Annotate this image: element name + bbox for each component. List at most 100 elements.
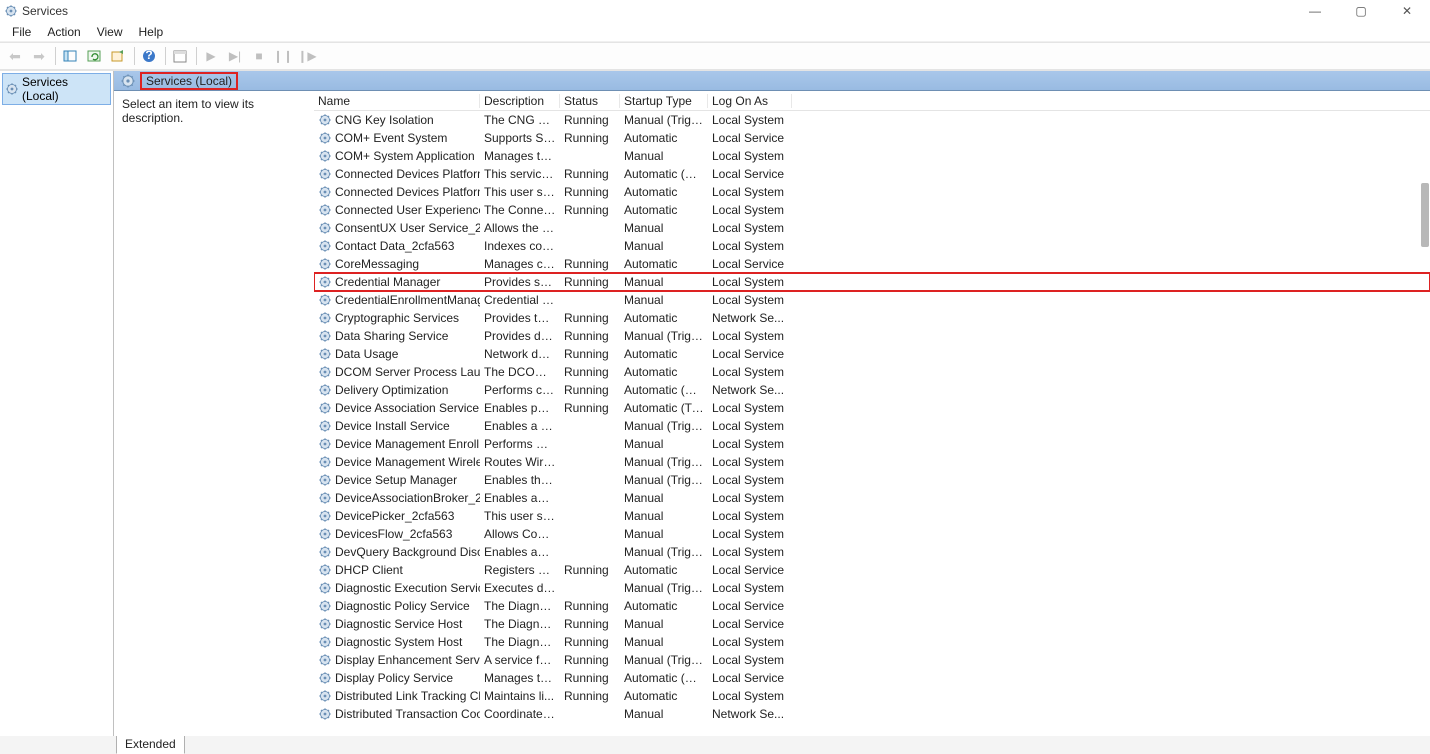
- service-desc: The DCOML...: [480, 365, 560, 379]
- svg-text:?: ?: [145, 49, 152, 62]
- arrow-left-icon: ⬅: [9, 48, 21, 65]
- service-row[interactable]: Device Management Wireles...Routes Wirel…: [314, 453, 1430, 471]
- column-name[interactable]: Name: [314, 94, 480, 108]
- gear-icon: [318, 257, 332, 271]
- calendar-button[interactable]: [169, 45, 191, 67]
- close-button[interactable]: ✕: [1384, 0, 1430, 22]
- menu-file[interactable]: File: [4, 23, 39, 41]
- service-row[interactable]: Distributed Transaction Coor...Coordinat…: [314, 705, 1430, 723]
- column-status[interactable]: Status: [560, 94, 620, 108]
- menu-help[interactable]: Help: [131, 23, 172, 41]
- service-row[interactable]: ConsentUX User Service_2cf...Allows the …: [314, 219, 1430, 237]
- service-name: Device Management Wireles...: [335, 455, 480, 469]
- service-startup: Automatic: [620, 185, 708, 199]
- service-logon: Local System: [708, 509, 792, 523]
- service-row[interactable]: Cryptographic ServicesProvides thr...Run…: [314, 309, 1430, 327]
- tree-item-services-local[interactable]: Services (Local): [2, 73, 111, 105]
- service-row[interactable]: Display Policy ServiceManages th...Runni…: [314, 669, 1430, 687]
- service-desc: Indexes cont...: [480, 239, 560, 253]
- tab-extended[interactable]: Extended: [116, 736, 185, 754]
- menu-action[interactable]: Action: [39, 23, 88, 41]
- service-row[interactable]: Diagnostic Execution ServiceExecutes dia…: [314, 579, 1430, 597]
- service-name: Distributed Transaction Coor...: [335, 707, 480, 721]
- service-row[interactable]: Diagnostic System HostThe Diagnos...Runn…: [314, 633, 1430, 651]
- gear-icon: [318, 617, 332, 631]
- service-status: Running: [560, 203, 620, 217]
- column-startup-type[interactable]: Startup Type: [620, 94, 708, 108]
- service-row[interactable]: Device Association ServiceEnables pairi.…: [314, 399, 1430, 417]
- service-startup: Manual: [620, 707, 708, 721]
- service-row[interactable]: DevQuery Background Disc...Enables app..…: [314, 543, 1430, 561]
- service-row[interactable]: Device Install ServiceEnables a co...Man…: [314, 417, 1430, 435]
- export-list-button[interactable]: [107, 45, 129, 67]
- maximize-button[interactable]: ▢: [1338, 0, 1384, 22]
- service-row[interactable]: Device Management Enroll...Performs De..…: [314, 435, 1430, 453]
- service-row[interactable]: CredentialEnrollmentManag...Credential E…: [314, 291, 1430, 309]
- service-row[interactable]: Diagnostic Policy ServiceThe Diagnos...R…: [314, 597, 1430, 615]
- service-row[interactable]: DHCP ClientRegisters an...RunningAutomat…: [314, 561, 1430, 579]
- pause-service-button[interactable]: ❙❙: [272, 45, 294, 67]
- menu-view[interactable]: View: [89, 23, 131, 41]
- vertical-scrollbar[interactable]: [1416, 91, 1430, 738]
- service-startup: Manual: [620, 617, 708, 631]
- column-logon-as[interactable]: Log On As: [708, 94, 792, 108]
- service-row[interactable]: Distributed Link Tracking Cli...Maintain…: [314, 687, 1430, 705]
- service-name: Diagnostic Execution Service: [335, 581, 480, 595]
- service-row[interactable]: Connected User Experiences ...The Connec…: [314, 201, 1430, 219]
- service-row[interactable]: DCOM Server Process Launc...The DCOML...…: [314, 363, 1430, 381]
- service-logon: Local Service: [708, 257, 792, 271]
- service-desc: This service i...: [480, 167, 560, 181]
- show-hide-tree-button[interactable]: [59, 45, 81, 67]
- gear-icon: [318, 707, 332, 721]
- service-row[interactable]: Contact Data_2cfa563Indexes cont...Manua…: [314, 237, 1430, 255]
- service-name: Delivery Optimization: [335, 383, 448, 397]
- service-row[interactable]: Diagnostic Service HostThe Diagnos...Run…: [314, 615, 1430, 633]
- gear-icon: [318, 149, 332, 163]
- service-logon: Local System: [708, 635, 792, 649]
- service-name: Diagnostic System Host: [335, 635, 462, 649]
- service-row[interactable]: Connected Devices Platform ...This servi…: [314, 165, 1430, 183]
- panel-header: Services (Local): [114, 71, 1430, 91]
- service-row[interactable]: Device Setup ManagerEnables the ...Manua…: [314, 471, 1430, 489]
- service-desc: Enables app...: [480, 491, 560, 505]
- service-startup: Manual: [620, 509, 708, 523]
- service-startup: Automatic (De...: [620, 383, 708, 397]
- restart-service-button[interactable]: ❙▶: [296, 45, 318, 67]
- service-name: DHCP Client: [335, 563, 403, 577]
- service-row[interactable]: DevicesFlow_2cfa563Allows Conn...ManualL…: [314, 525, 1430, 543]
- service-startup: Manual: [620, 149, 708, 163]
- back-button[interactable]: ⬅: [4, 45, 26, 67]
- minimize-button[interactable]: —: [1292, 0, 1338, 22]
- stop-service-button[interactable]: ■: [248, 45, 270, 67]
- stop-after-button[interactable]: ▶|: [224, 45, 246, 67]
- refresh-console-button[interactable]: [83, 45, 105, 67]
- start-service-button[interactable]: ▶: [200, 45, 222, 67]
- gear-icon: [318, 419, 332, 433]
- gear-icon: [318, 599, 332, 613]
- service-row[interactable]: DeviceAssociationBroker_2cf...Enables ap…: [314, 489, 1430, 507]
- service-row[interactable]: CoreMessagingManages co...RunningAutomat…: [314, 255, 1430, 273]
- service-row[interactable]: Display Enhancement ServiceA service for…: [314, 651, 1430, 669]
- service-row[interactable]: Connected Devices Platform ...This user …: [314, 183, 1430, 201]
- help-button[interactable]: ?: [138, 45, 160, 67]
- column-description[interactable]: Description: [480, 94, 560, 108]
- service-name: Device Install Service: [335, 419, 450, 433]
- service-row[interactable]: CNG Key IsolationThe CNG ke...RunningMan…: [314, 111, 1430, 129]
- gear-icon: [318, 113, 332, 127]
- service-status: Running: [560, 635, 620, 649]
- service-row[interactable]: COM+ Event SystemSupports Sy...RunningAu…: [314, 129, 1430, 147]
- service-row[interactable]: Credential ManagerProvides sec...Running…: [314, 273, 1430, 291]
- service-row[interactable]: Delivery OptimizationPerforms co...Runni…: [314, 381, 1430, 399]
- scrollbar-thumb[interactable]: [1421, 183, 1429, 247]
- service-row[interactable]: DevicePicker_2cfa563This user ser...Manu…: [314, 507, 1430, 525]
- gear-icon: [318, 275, 332, 289]
- service-list[interactable]: Name Description Status Startup Type Log…: [314, 91, 1430, 738]
- service-row[interactable]: Data Sharing ServiceProvides dat...Runni…: [314, 327, 1430, 345]
- service-logon: Local System: [708, 473, 792, 487]
- panel-icon: [63, 49, 77, 63]
- forward-button[interactable]: ➡: [28, 45, 50, 67]
- tree-item-label: Services (Local): [22, 75, 108, 103]
- service-row[interactable]: COM+ System ApplicationManages th...Manu…: [314, 147, 1430, 165]
- service-desc: Supports Sy...: [480, 131, 560, 145]
- service-row[interactable]: Data UsageNetwork dat...RunningAutomatic…: [314, 345, 1430, 363]
